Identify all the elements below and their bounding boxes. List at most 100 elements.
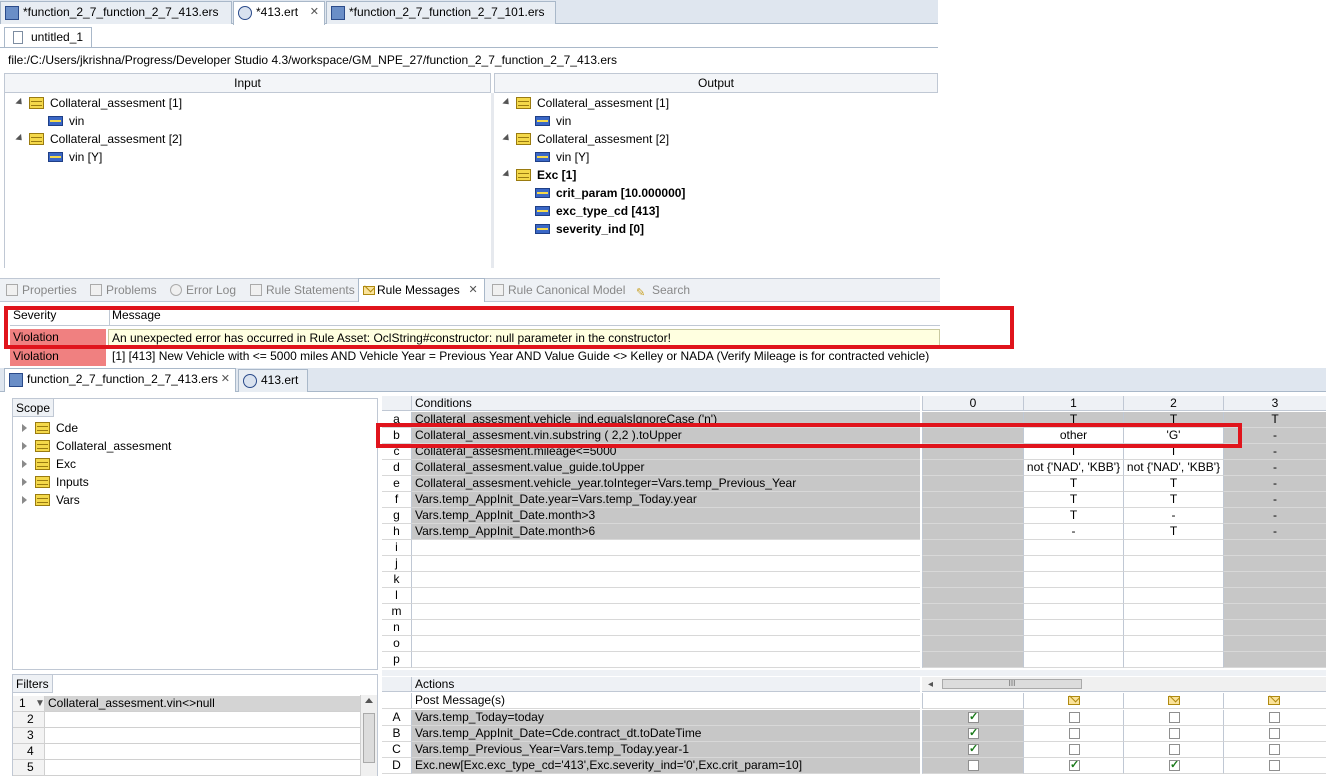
condition-cell[interactable] — [1123, 604, 1223, 620]
condition-cell[interactable] — [1123, 636, 1223, 652]
condition-cell[interactable]: - — [1023, 524, 1123, 540]
action-cell[interactable] — [1023, 742, 1123, 758]
rule-column-header[interactable]: 3 — [1223, 396, 1326, 411]
expand-triangle-icon[interactable] — [502, 97, 512, 108]
condition-cell[interactable] — [1223, 636, 1326, 652]
condition-expression[interactable] — [411, 620, 920, 636]
expand-triangle-icon[interactable] — [502, 169, 512, 180]
condition-cell[interactable] — [922, 588, 1023, 604]
checkbox[interactable] — [1269, 744, 1280, 755]
checkbox[interactable] — [1269, 760, 1280, 771]
condition-cell[interactable]: T — [1123, 524, 1223, 540]
condition-expression[interactable] — [411, 588, 920, 604]
tab-error-log[interactable]: Error Log — [168, 281, 236, 301]
tab-function-413-ers[interactable]: function_2_7_function_2_7_413.ers ✕ — [4, 368, 236, 392]
condition-cell[interactable]: not {'NAD', 'KBB'} — [1123, 460, 1223, 476]
condition-cell[interactable] — [922, 636, 1023, 652]
action-expression[interactable]: Vars.temp_Previous_Year=Vars.temp_Today.… — [411, 742, 920, 758]
filter-expression[interactable] — [45, 760, 360, 776]
post-message-cell[interactable] — [1023, 693, 1123, 709]
tab-rule-statements[interactable]: Rule Statements — [248, 281, 355, 301]
condition-cell[interactable] — [922, 620, 1023, 636]
checkbox[interactable] — [1069, 744, 1080, 755]
condition-cell[interactable] — [1223, 620, 1326, 636]
scrollbar-thumb[interactable] — [363, 713, 375, 763]
checkbox-checked[interactable] — [968, 742, 979, 757]
condition-cell[interactable]: not {'NAD', 'KBB'} — [1023, 460, 1123, 476]
condition-cell[interactable] — [922, 508, 1023, 524]
condition-cell[interactable] — [922, 460, 1023, 476]
checkbox-checked[interactable] — [1169, 758, 1180, 773]
actions-scrollbar[interactable]: ◂ III — [922, 677, 1326, 692]
condition-cell[interactable] — [1223, 588, 1326, 604]
condition-cell[interactable]: - — [1223, 508, 1326, 524]
condition-cell[interactable] — [1123, 540, 1223, 556]
condition-cell[interactable] — [1023, 556, 1123, 572]
checkbox[interactable] — [1269, 728, 1280, 739]
condition-expression[interactable]: Vars.temp_AppInit_Date.month>3 — [411, 508, 920, 524]
condition-cell[interactable] — [1123, 620, 1223, 636]
condition-cell[interactable] — [1023, 652, 1123, 668]
panel-splitter[interactable] — [491, 93, 494, 268]
condition-expression[interactable]: Vars.temp_AppInit_Date.year=Vars.temp_To… — [411, 492, 920, 508]
condition-cell[interactable] — [1223, 652, 1326, 668]
checkbox[interactable] — [1269, 712, 1280, 723]
condition-cell[interactable] — [1123, 572, 1223, 588]
close-icon[interactable]: ✕ — [310, 2, 319, 23]
filters-scrollbar[interactable] — [360, 695, 377, 776]
tab-rule-canonical-model[interactable]: Rule Canonical Model — [490, 281, 625, 301]
condition-cell[interactable]: T — [1023, 508, 1123, 524]
checkbox-checked[interactable] — [1069, 758, 1080, 773]
tab-function-101-ers[interactable]: *function_2_7_function_2_7_101.ers — [326, 1, 556, 24]
condition-expression[interactable] — [411, 604, 920, 620]
condition-cell[interactable]: T — [1023, 492, 1123, 508]
checkbox[interactable] — [1069, 728, 1080, 739]
rule-column-header[interactable]: 1 — [1023, 396, 1123, 411]
checkbox[interactable] — [1069, 712, 1080, 723]
condition-cell[interactable]: T — [1023, 476, 1123, 492]
condition-cell[interactable]: T — [1123, 476, 1223, 492]
condition-cell[interactable]: - — [1223, 524, 1326, 540]
expand-triangle-icon[interactable] — [502, 133, 512, 144]
action-expression[interactable]: Vars.temp_Today=today — [411, 710, 920, 726]
rule-column-header[interactable]: 2 — [1123, 396, 1223, 411]
condition-expression[interactable]: Vars.temp_AppInit_Date.month>6 — [411, 524, 920, 540]
condition-cell[interactable]: T — [1123, 492, 1223, 508]
condition-cell[interactable]: - — [1223, 460, 1326, 476]
condition-cell[interactable] — [1223, 572, 1326, 588]
condition-cell[interactable]: - — [1223, 492, 1326, 508]
rule-column-header[interactable]: 0 — [922, 396, 1023, 411]
expand-triangle-icon[interactable] — [22, 424, 27, 432]
checkbox[interactable] — [1169, 728, 1180, 739]
condition-expression[interactable] — [411, 556, 920, 572]
condition-cell[interactable] — [1023, 604, 1123, 620]
envelope-icon[interactable] — [1168, 696, 1180, 705]
severity-cell[interactable]: Violation — [10, 348, 106, 366]
condition-cell[interactable] — [1023, 540, 1123, 556]
action-cell[interactable] — [922, 726, 1023, 742]
post-message-cell[interactable] — [1223, 693, 1326, 709]
condition-cell[interactable] — [1123, 588, 1223, 604]
condition-expression[interactable] — [411, 636, 920, 652]
action-cell[interactable] — [1023, 726, 1123, 742]
tab-untitled-1[interactable]: untitled_1 — [4, 27, 93, 48]
action-cell[interactable] — [1123, 710, 1223, 726]
condition-cell[interactable] — [1123, 556, 1223, 572]
action-cell[interactable] — [1123, 726, 1223, 742]
action-cell[interactable] — [922, 710, 1023, 726]
action-cell[interactable] — [1223, 710, 1326, 726]
filter-expression[interactable]: Collateral_assesment.vin<>null — [45, 696, 360, 712]
action-cell[interactable] — [1023, 758, 1123, 774]
condition-cell[interactable] — [1023, 588, 1123, 604]
condition-cell[interactable] — [1223, 556, 1326, 572]
tab-properties[interactable]: Properties — [4, 281, 77, 301]
post-message-cell[interactable] — [922, 693, 1023, 709]
condition-cell[interactable]: - — [1223, 476, 1326, 492]
checkbox-checked[interactable] — [968, 726, 979, 741]
expand-triangle-icon[interactable] — [22, 442, 27, 450]
expand-triangle-icon[interactable] — [15, 97, 25, 108]
action-cell[interactable] — [1223, 742, 1326, 758]
condition-expression[interactable] — [411, 540, 920, 556]
close-icon[interactable]: ✕ — [221, 369, 230, 390]
action-cell[interactable] — [1223, 726, 1326, 742]
